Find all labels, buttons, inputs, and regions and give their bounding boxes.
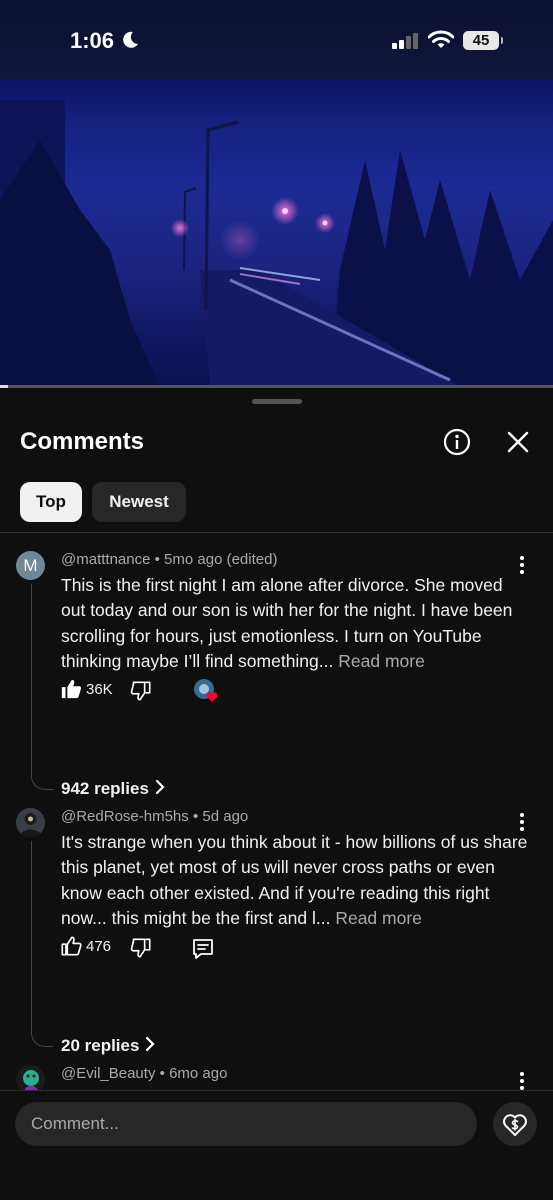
more-vert-icon[interactable] [516,1071,528,1091]
comment-meta: @matttnance • 5mo ago (edited) [61,551,277,568]
like-count: 36K [86,681,113,698]
thumb-up-icon[interactable] [60,678,82,700]
avatar[interactable]: M [16,551,45,580]
thread-line [31,841,53,1047]
comment-text: This is the first night I am alone after… [61,575,513,671]
avatar-image [16,808,45,837]
comment-age: 5mo ago (edited) [164,551,278,568]
comment-author[interactable]: @RedRose-hm5hs [61,808,189,825]
creator-heart-icon [194,679,218,702]
more-vert-icon[interactable] [516,812,528,832]
meta-separator: • [159,1065,165,1082]
read-more-link[interactable]: Read more [338,651,425,671]
comment-author[interactable]: @matttnance [61,551,150,568]
filter-chip-newest[interactable]: Newest [92,482,186,522]
comment-input[interactable]: Comment... [15,1102,477,1146]
chevron-right-icon [146,1036,156,1052]
battery-indicator: 45 [463,31,503,50]
comment-age: 5d ago [202,808,249,825]
more-vert-icon[interactable] [516,555,528,575]
meta-separator: • [154,551,160,568]
view-replies-button[interactable]: 20 replies [61,1036,156,1056]
thread-line [31,584,53,790]
comment-actions: 36K [60,678,260,704]
like-count: 476 [86,938,112,955]
reply-icon[interactable] [191,937,215,961]
thumb-down-icon[interactable] [130,937,152,959]
comment-meta: @Evil_Beauty • 6mo ago [61,1065,227,1082]
replies-count: 20 replies [61,1036,140,1055]
signal-icon [392,33,418,49]
video-frame [0,80,553,386]
comment-author[interactable]: @Evil_Beauty [61,1065,155,1082]
thumb-up-icon[interactable] [60,935,82,957]
filter-chip-top[interactable]: Top [20,482,82,522]
chevron-right-icon [155,779,165,795]
comment-age: 6mo ago [169,1065,228,1082]
super-thanks-icon [503,1114,527,1136]
video-player[interactable] [0,80,553,386]
sheet-title: Comments [20,428,145,455]
replies-count: 942 replies [61,779,149,798]
read-more-link[interactable]: Read more [335,908,422,928]
thumb-down-icon[interactable] [130,680,152,702]
status-time: 1:06 [70,28,115,53]
comment-composer: Comment... [0,1090,553,1200]
comment-meta: @RedRose-hm5hs • 5d ago [61,808,248,825]
super-thanks-button[interactable] [493,1102,537,1146]
meta-separator: • [192,808,199,825]
comment-text: It's strange when you think about it - h… [61,832,528,928]
wifi-icon [428,30,454,48]
avatar[interactable] [16,808,45,837]
comments-sheet: Comments Top Newest M @matttnance • 5mo … [0,388,553,1200]
drag-handle[interactable] [252,399,302,404]
divider [0,532,553,533]
comment-body: This is the first night I am alone after… [61,573,531,674]
moon-icon [123,31,138,48]
close-icon[interactable] [506,430,530,454]
video-progress-fill [0,385,9,388]
comment-actions: 476 [60,935,260,961]
info-icon[interactable] [443,428,471,456]
comment-body: It's strange when you think about it - h… [61,830,531,931]
view-replies-button[interactable]: 942 replies [61,779,165,799]
status-bar: 1:06 45 [0,0,553,80]
